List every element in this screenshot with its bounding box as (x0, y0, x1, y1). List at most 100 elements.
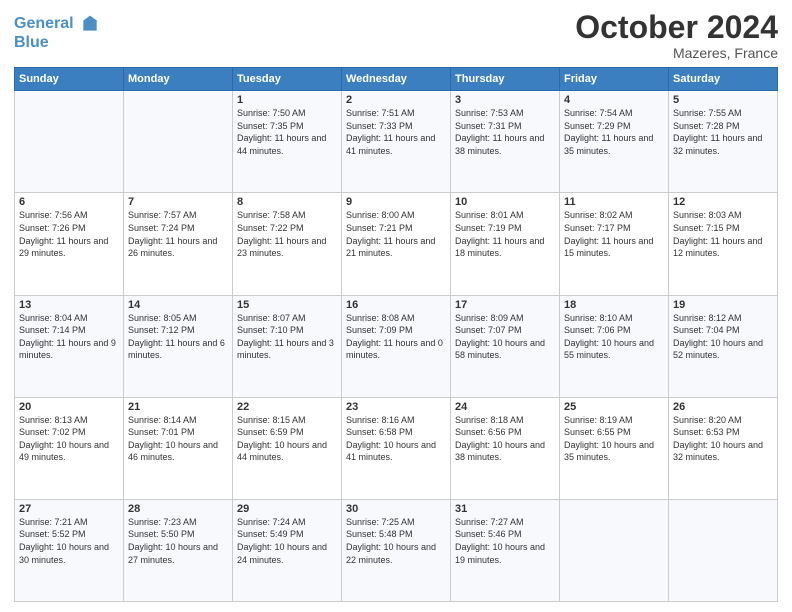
day-info: Sunrise: 8:14 AMSunset: 7:01 PMDaylight:… (128, 414, 228, 464)
day-number: 2 (346, 94, 446, 106)
day-cell: 9Sunrise: 8:00 AMSunset: 7:21 PMDaylight… (342, 193, 451, 295)
week-row: 20Sunrise: 8:13 AMSunset: 7:02 PMDayligh… (15, 397, 778, 499)
day-info: Sunrise: 8:16 AMSunset: 6:58 PMDaylight:… (346, 414, 446, 464)
day-number: 21 (128, 401, 228, 413)
day-info: Sunrise: 8:08 AMSunset: 7:09 PMDaylight:… (346, 312, 446, 362)
calendar-header: Sunday Monday Tuesday Wednesday Thursday… (15, 68, 778, 91)
logo-general: General (14, 15, 74, 32)
day-cell: 19Sunrise: 8:12 AMSunset: 7:04 PMDayligh… (669, 295, 778, 397)
day-cell: 7Sunrise: 7:57 AMSunset: 7:24 PMDaylight… (124, 193, 233, 295)
day-cell: 6Sunrise: 7:56 AMSunset: 7:26 PMDaylight… (15, 193, 124, 295)
day-number: 3 (455, 94, 555, 106)
day-info: Sunrise: 7:54 AMSunset: 7:29 PMDaylight:… (564, 107, 664, 157)
day-cell: 12Sunrise: 8:03 AMSunset: 7:15 PMDayligh… (669, 193, 778, 295)
col-sunday: Sunday (15, 68, 124, 91)
day-info: Sunrise: 8:05 AMSunset: 7:12 PMDaylight:… (128, 312, 228, 362)
day-info: Sunrise: 7:57 AMSunset: 7:24 PMDaylight:… (128, 209, 228, 259)
calendar-body: 1Sunrise: 7:50 AMSunset: 7:35 PMDaylight… (15, 91, 778, 602)
day-number: 11 (564, 196, 664, 208)
day-info: Sunrise: 7:21 AMSunset: 5:52 PMDaylight:… (19, 516, 119, 566)
day-cell: 26Sunrise: 8:20 AMSunset: 6:53 PMDayligh… (669, 397, 778, 499)
day-number: 27 (19, 503, 119, 515)
header-row: Sunday Monday Tuesday Wednesday Thursday… (15, 68, 778, 91)
day-number: 18 (564, 299, 664, 311)
day-cell: 21Sunrise: 8:14 AMSunset: 7:01 PMDayligh… (124, 397, 233, 499)
week-row: 13Sunrise: 8:04 AMSunset: 7:14 PMDayligh… (15, 295, 778, 397)
day-cell (669, 499, 778, 601)
logo-icon (80, 14, 100, 34)
day-info: Sunrise: 8:13 AMSunset: 7:02 PMDaylight:… (19, 414, 119, 464)
month-title: October 2024 (575, 10, 778, 45)
day-cell: 10Sunrise: 8:01 AMSunset: 7:19 PMDayligh… (451, 193, 560, 295)
day-cell: 18Sunrise: 8:10 AMSunset: 7:06 PMDayligh… (560, 295, 669, 397)
day-info: Sunrise: 7:27 AMSunset: 5:46 PMDaylight:… (455, 516, 555, 566)
week-row: 6Sunrise: 7:56 AMSunset: 7:26 PMDaylight… (15, 193, 778, 295)
day-info: Sunrise: 8:03 AMSunset: 7:15 PMDaylight:… (673, 209, 773, 259)
day-cell: 14Sunrise: 8:05 AMSunset: 7:12 PMDayligh… (124, 295, 233, 397)
calendar-table: Sunday Monday Tuesday Wednesday Thursday… (14, 67, 778, 602)
day-cell: 27Sunrise: 7:21 AMSunset: 5:52 PMDayligh… (15, 499, 124, 601)
day-number: 8 (237, 196, 337, 208)
day-number: 22 (237, 401, 337, 413)
day-number: 15 (237, 299, 337, 311)
day-number: 9 (346, 196, 446, 208)
day-number: 26 (673, 401, 773, 413)
day-number: 14 (128, 299, 228, 311)
day-cell: 3Sunrise: 7:53 AMSunset: 7:31 PMDaylight… (451, 91, 560, 193)
day-cell: 17Sunrise: 8:09 AMSunset: 7:07 PMDayligh… (451, 295, 560, 397)
day-number: 19 (673, 299, 773, 311)
day-number: 16 (346, 299, 446, 311)
day-number: 25 (564, 401, 664, 413)
day-info: Sunrise: 8:20 AMSunset: 6:53 PMDaylight:… (673, 414, 773, 464)
day-cell: 13Sunrise: 8:04 AMSunset: 7:14 PMDayligh… (15, 295, 124, 397)
day-info: Sunrise: 8:09 AMSunset: 7:07 PMDaylight:… (455, 312, 555, 362)
day-number: 31 (455, 503, 555, 515)
logo-blue: Blue (14, 34, 100, 52)
day-info: Sunrise: 8:19 AMSunset: 6:55 PMDaylight:… (564, 414, 664, 464)
day-cell: 20Sunrise: 8:13 AMSunset: 7:02 PMDayligh… (15, 397, 124, 499)
day-cell: 29Sunrise: 7:24 AMSunset: 5:49 PMDayligh… (233, 499, 342, 601)
day-info: Sunrise: 7:51 AMSunset: 7:33 PMDaylight:… (346, 107, 446, 157)
day-info: Sunrise: 7:24 AMSunset: 5:49 PMDaylight:… (237, 516, 337, 566)
day-cell: 30Sunrise: 7:25 AMSunset: 5:48 PMDayligh… (342, 499, 451, 601)
day-cell: 1Sunrise: 7:50 AMSunset: 7:35 PMDaylight… (233, 91, 342, 193)
location: Mazeres, France (575, 45, 778, 61)
day-cell (124, 91, 233, 193)
day-number: 7 (128, 196, 228, 208)
day-cell: 31Sunrise: 7:27 AMSunset: 5:46 PMDayligh… (451, 499, 560, 601)
day-number: 28 (128, 503, 228, 515)
day-cell: 4Sunrise: 7:54 AMSunset: 7:29 PMDaylight… (560, 91, 669, 193)
day-number: 29 (237, 503, 337, 515)
day-info: Sunrise: 7:56 AMSunset: 7:26 PMDaylight:… (19, 209, 119, 259)
day-info: Sunrise: 8:02 AMSunset: 7:17 PMDaylight:… (564, 209, 664, 259)
day-cell: 11Sunrise: 8:02 AMSunset: 7:17 PMDayligh… (560, 193, 669, 295)
header: General Blue October 2024 Mazeres, Franc… (14, 10, 778, 61)
day-info: Sunrise: 7:25 AMSunset: 5:48 PMDaylight:… (346, 516, 446, 566)
day-cell: 22Sunrise: 8:15 AMSunset: 6:59 PMDayligh… (233, 397, 342, 499)
title-block: October 2024 Mazeres, France (575, 10, 778, 61)
day-info: Sunrise: 8:18 AMSunset: 6:56 PMDaylight:… (455, 414, 555, 464)
day-cell: 15Sunrise: 8:07 AMSunset: 7:10 PMDayligh… (233, 295, 342, 397)
day-number: 12 (673, 196, 773, 208)
day-cell (15, 91, 124, 193)
logo: General Blue (14, 14, 100, 52)
day-cell: 25Sunrise: 8:19 AMSunset: 6:55 PMDayligh… (560, 397, 669, 499)
day-info: Sunrise: 7:23 AMSunset: 5:50 PMDaylight:… (128, 516, 228, 566)
day-info: Sunrise: 7:53 AMSunset: 7:31 PMDaylight:… (455, 107, 555, 157)
day-cell (560, 499, 669, 601)
day-cell: 8Sunrise: 7:58 AMSunset: 7:22 PMDaylight… (233, 193, 342, 295)
day-number: 4 (564, 94, 664, 106)
day-info: Sunrise: 7:55 AMSunset: 7:28 PMDaylight:… (673, 107, 773, 157)
col-monday: Monday (124, 68, 233, 91)
day-info: Sunrise: 8:07 AMSunset: 7:10 PMDaylight:… (237, 312, 337, 362)
col-friday: Friday (560, 68, 669, 91)
day-info: Sunrise: 8:15 AMSunset: 6:59 PMDaylight:… (237, 414, 337, 464)
col-saturday: Saturday (669, 68, 778, 91)
day-number: 10 (455, 196, 555, 208)
col-tuesday: Tuesday (233, 68, 342, 91)
day-number: 30 (346, 503, 446, 515)
day-info: Sunrise: 7:50 AMSunset: 7:35 PMDaylight:… (237, 107, 337, 157)
day-cell: 2Sunrise: 7:51 AMSunset: 7:33 PMDaylight… (342, 91, 451, 193)
col-thursday: Thursday (451, 68, 560, 91)
logo-text: General (14, 14, 100, 34)
